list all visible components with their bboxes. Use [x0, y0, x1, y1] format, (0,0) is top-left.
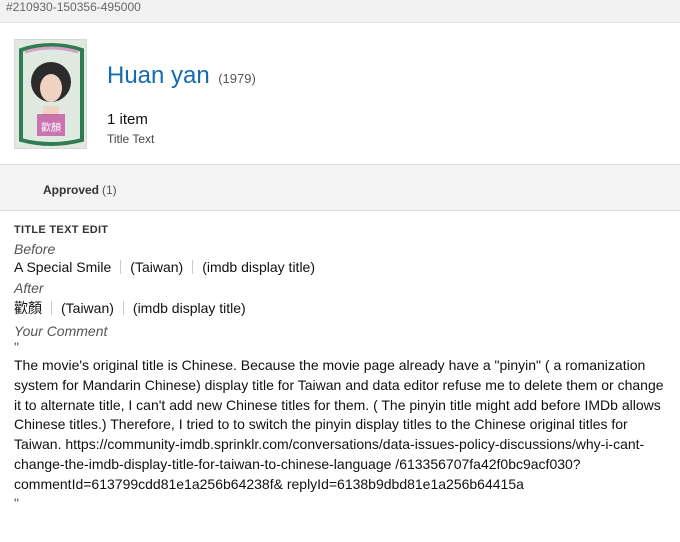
separator	[122, 301, 124, 315]
item-type: Title Text	[107, 132, 155, 146]
after-value: 歡顏 (Taiwan) (imdb display title)	[14, 298, 666, 318]
before-label: Before	[14, 241, 56, 257]
before-region: (Taiwan)	[130, 259, 184, 275]
close-quote: "	[14, 494, 19, 511]
status-bar: Approved (1)	[0, 165, 680, 211]
svg-text:歡顏: 歡顏	[41, 121, 61, 134]
movie-year: (1979)	[218, 71, 256, 86]
movie-title-link[interactable]: Huan yan	[107, 62, 210, 89]
section-title: TITLE TEXT EDIT	[14, 224, 109, 236]
after-region: (Taiwan)	[61, 300, 114, 316]
before-value: A Special Smile (Taiwan) (imdb display tit…	[14, 259, 666, 275]
movie-poster[interactable]: 歡顏	[14, 39, 87, 149]
open-quote: "	[14, 339, 19, 355]
edit-details: TITLE TEXT EDIT Before A Special Smile (T…	[0, 224, 680, 511]
status-summary: Approved (1)	[43, 183, 117, 197]
before-note: (imdb display title)	[202, 259, 316, 275]
comment-text: The movie's original title is Chinese. B…	[14, 357, 664, 492]
after-note: (imdb display title)	[132, 300, 246, 316]
item-count: 1 item	[107, 111, 148, 128]
separator	[192, 260, 194, 274]
status-label: Approved	[43, 183, 100, 197]
submission-id-bar: #210930-150356-495000	[0, 0, 680, 23]
after-label: After	[14, 280, 44, 296]
poster-image: 歡顏	[15, 40, 86, 148]
submission-id: #210930-150356-495000	[6, 0, 141, 14]
before-title: A Special Smile	[14, 259, 112, 275]
comment-label: Your Comment	[14, 323, 108, 339]
title-header: 歡顏 Huan yan (1979) 1 item Title Text	[0, 23, 680, 165]
after-title: 歡顏	[14, 300, 42, 316]
separator	[51, 301, 52, 315]
separator	[120, 260, 122, 274]
status-count: (1)	[102, 183, 117, 197]
